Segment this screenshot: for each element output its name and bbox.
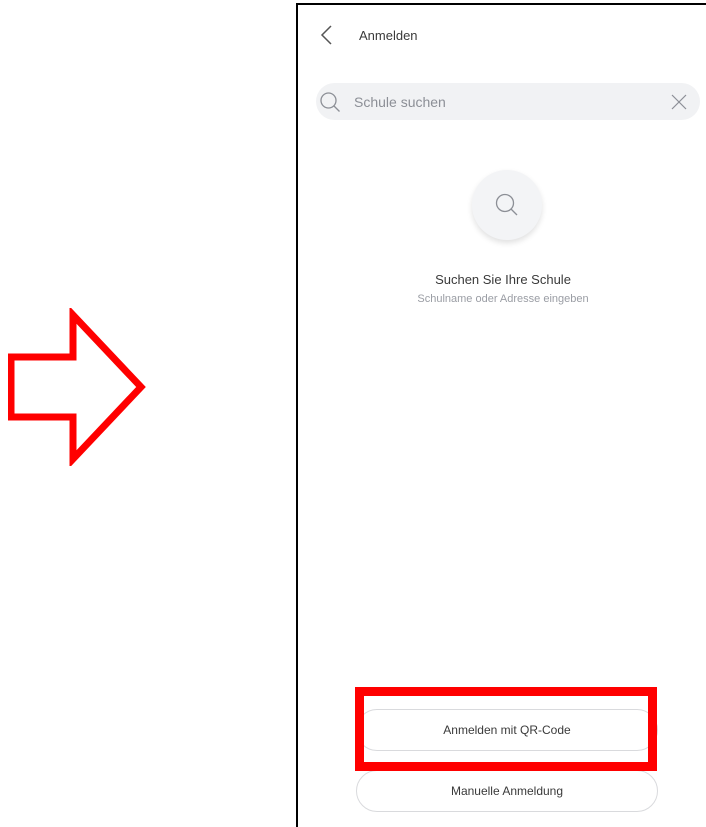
annotation-arrow-right [8,308,146,466]
app-header: Anmelden [298,5,706,65]
chevron-left-icon [320,25,332,45]
page-title: Anmelden [359,28,418,43]
search-bar[interactable] [316,83,700,120]
screenshot-canvas: Anmelden Suchen Sie Ihre Schule Schulnam… [0,0,706,827]
back-button[interactable] [316,23,338,47]
search-icon [320,92,340,112]
manual-login-button[interactable]: Manuelle Anmeldung [356,770,658,812]
search-input[interactable] [354,83,654,120]
empty-state-icon-circle [472,170,542,240]
empty-state-subtitle: Schulname oder Adresse eingeben [417,293,589,305]
empty-state-title: Suchen Sie Ihre Schule [435,272,571,287]
qr-login-button[interactable]: Anmelden mit QR-Code [356,709,658,751]
phone-screen: Anmelden Suchen Sie Ihre Schule Schulnam… [296,3,706,827]
close-icon[interactable] [670,93,688,111]
search-icon [495,193,518,216]
